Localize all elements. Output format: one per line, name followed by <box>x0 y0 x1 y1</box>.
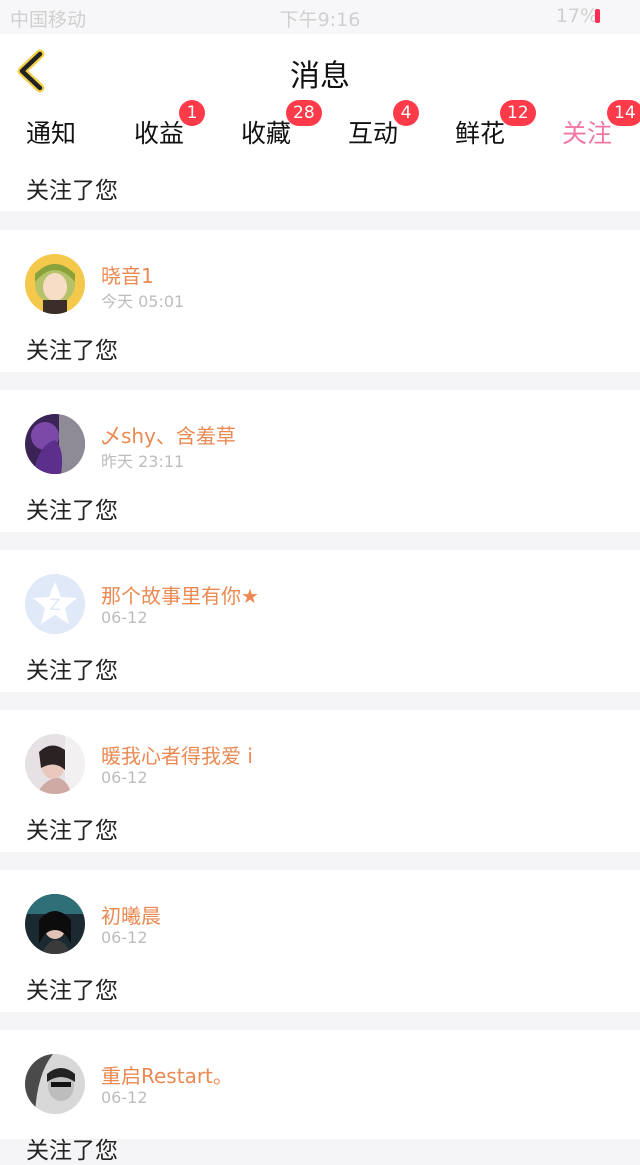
tab-earnings[interactable]: 收益 <box>134 114 184 150</box>
tab-flowers[interactable]: 鲜花 <box>455 114 505 150</box>
username[interactable]: 乄shy、含羞草 <box>101 420 236 449</box>
avatar[interactable] <box>25 414 85 474</box>
list-item[interactable]: 初曦晨 06-12 关注了您 <box>0 870 640 1012</box>
timestamp: 06-12 <box>101 768 148 787</box>
tab-favorites[interactable]: 收藏 <box>241 114 291 150</box>
tab-label: 收益 <box>134 119 185 148</box>
unread-badge: 1 <box>179 100 205 126</box>
username[interactable]: 重启Restart。 <box>101 1060 233 1089</box>
clock: 下午9:16 <box>279 9 361 31</box>
unread-badge: 12 <box>500 100 536 126</box>
nav-bar: 消息 <box>0 34 640 109</box>
timestamp: 昨天 23:11 <box>101 452 185 471</box>
unread-badge: 28 <box>286 100 322 126</box>
status-bar: 中国移动 下午9:16 17% <box>0 0 640 34</box>
action-text: 关注了您 <box>26 338 118 364</box>
username[interactable]: 那个故事里有你★ <box>101 580 259 609</box>
timestamp: 06-12 <box>101 928 148 947</box>
unread-badge: 14 <box>607 100 640 126</box>
tab-label: 收藏 <box>241 119 292 148</box>
tab-interactions[interactable]: 互动 <box>348 114 398 150</box>
unread-badge: 4 <box>393 100 419 126</box>
timestamp: 今天 05:01 <box>101 292 185 311</box>
tab-bar: 通知 收益 1 收藏 28 互动 4 鲜花 12 关注 14 <box>0 100 640 162</box>
username[interactable]: 暖我心者得我爱 i <box>101 740 253 769</box>
list-item[interactable]: 暖我心者得我爱 i 06-12 关注了您 <box>0 710 640 852</box>
tab-label: 互动 <box>348 119 399 148</box>
tab-label: 关注 <box>562 119 613 148</box>
action-text: 关注了您 <box>26 1138 118 1164</box>
action-text: 关注了您 <box>26 658 118 684</box>
tab-follows[interactable]: 关注 <box>562 114 613 162</box>
avatar[interactable] <box>25 734 85 794</box>
timestamp: 06-12 <box>101 1088 148 1107</box>
avatar[interactable] <box>25 254 85 314</box>
list-item[interactable]: Z 那个故事里有你★ 06-12 关注了您 <box>0 550 640 692</box>
tab-notice[interactable]: 通知 <box>26 114 76 150</box>
action-text: 关注了您 <box>26 978 118 1004</box>
action-text: 关注了您 <box>26 498 118 524</box>
action-text: 关注了您 <box>26 178 118 204</box>
page-title: 消息 <box>290 59 350 94</box>
tab-label: 通知 <box>26 119 77 148</box>
tab-label: 鲜花 <box>455 119 506 148</box>
timestamp: 06-12 <box>101 608 148 627</box>
username[interactable]: 晓音1 <box>101 260 154 289</box>
avatar[interactable] <box>25 894 85 954</box>
battery-icon <box>595 9 600 23</box>
list-item[interactable]: 重启Restart。 06-12 关注了您 <box>0 1030 640 1164</box>
list-item[interactable]: 晓音1 今天 05:01 关注了您 <box>0 230 640 372</box>
svg-text:Z: Z <box>50 595 61 614</box>
battery-percent: 17% <box>555 5 598 27</box>
list-item[interactable]: 乄shy、含羞草 昨天 23:11 关注了您 <box>0 390 640 532</box>
avatar[interactable] <box>25 1054 85 1114</box>
default-avatar-icon[interactable]: Z <box>25 574 85 634</box>
action-text: 关注了您 <box>26 818 118 844</box>
username[interactable]: 初曦晨 <box>101 900 161 929</box>
list-item[interactable]: 关注了您 <box>0 158 640 211</box>
